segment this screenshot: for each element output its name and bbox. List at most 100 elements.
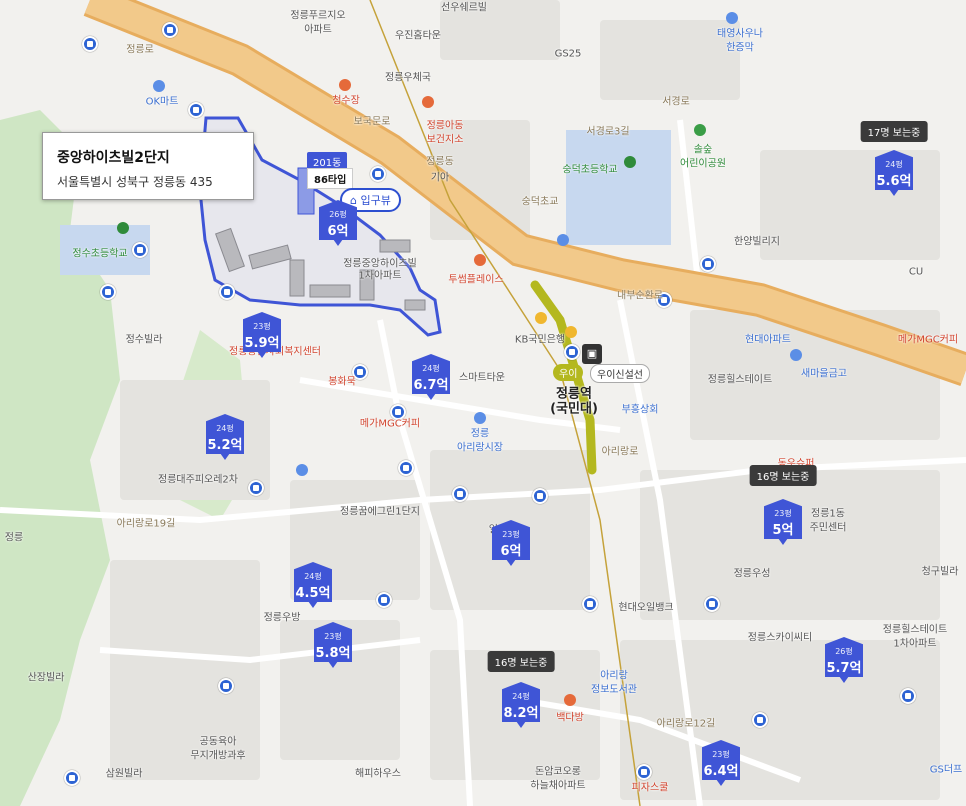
map-label: 정릉스카이씨티	[747, 632, 813, 644]
marker-price: 5.6억	[876, 174, 912, 189]
map-label: GS25	[554, 48, 582, 60]
map-label: 솔숲	[693, 144, 713, 156]
map-label: 정릉아동	[426, 120, 464, 132]
park-tree-icon	[694, 124, 706, 136]
map-label: 정보도서관	[591, 684, 637, 696]
bank-icon	[790, 349, 802, 361]
marker-size: 26평	[835, 647, 853, 656]
map-label: 하늘채아파트	[530, 780, 586, 792]
map-label: 백다방	[556, 712, 584, 724]
map-label: 주민센터	[809, 522, 847, 534]
map-label: 정릉우성	[733, 568, 771, 580]
bus-stop-icon[interactable]	[376, 592, 392, 608]
bus-stop-icon[interactable]	[218, 678, 234, 694]
bus-stop-icon[interactable]	[370, 166, 386, 182]
type-tag[interactable]: 86타입	[307, 168, 354, 189]
price-marker[interactable]: 26평 5.7억	[825, 637, 863, 683]
parking-icon	[557, 234, 569, 246]
map-label: 정릉힐스테이트	[707, 374, 773, 386]
map-label: 아리랑	[600, 670, 628, 682]
marker-price: 4.5억	[295, 586, 331, 601]
marker-size: 24평	[885, 160, 903, 169]
map-canvas[interactable]	[0, 0, 966, 806]
road-label: 정릉로	[126, 44, 154, 56]
price-marker[interactable]: 24평 6.7억	[412, 354, 450, 400]
price-marker[interactable]: 23평 5.9억	[243, 312, 281, 358]
market-icon	[474, 412, 486, 424]
map-label: 산장빌라	[27, 672, 65, 684]
map-label: 삼원빌라	[105, 768, 143, 780]
map-label: 청구빌라	[921, 566, 959, 578]
map-label: 돈암코오롱	[535, 766, 581, 778]
map-label: 1차아파트	[893, 638, 937, 650]
road-label: 정릉동	[426, 156, 454, 168]
bus-stop-icon[interactable]	[398, 460, 414, 476]
road-label: 아리랑로12길	[656, 718, 716, 730]
marker-size: 23평	[324, 632, 342, 641]
viewer-count-badge: 17명 보는중	[860, 121, 928, 142]
bus-stop-icon[interactable]	[188, 102, 204, 118]
bus-stop-icon[interactable]	[900, 688, 916, 704]
price-marker[interactable]: 23평 5.8억	[314, 622, 352, 668]
price-marker[interactable]: 24평 5.6억	[875, 150, 913, 196]
school-ground	[566, 130, 671, 245]
price-marker[interactable]: 23평 5억	[764, 499, 802, 545]
road-label: 내부순환로	[617, 290, 663, 302]
cafe-icon	[564, 694, 576, 706]
bus-stop-icon[interactable]	[532, 488, 548, 504]
marker-size: 23평	[712, 750, 730, 759]
bus-stop-icon[interactable]	[132, 242, 148, 258]
school-flag-icon	[624, 156, 636, 168]
park-area	[0, 110, 120, 806]
map-label: 정수초등학교	[72, 248, 128, 260]
bus-stop-icon[interactable]	[248, 480, 264, 496]
price-marker[interactable]: 24평 4.5억	[294, 562, 332, 608]
marker-price: 6억	[327, 224, 349, 239]
road-label: 아리랑로19길	[116, 518, 176, 530]
bus-stop-icon[interactable]	[752, 712, 768, 728]
station-number-icon	[565, 326, 577, 338]
price-marker[interactable]: 23평 6.4억	[702, 740, 740, 786]
map-label: 정릉	[4, 532, 24, 544]
parking-icon	[296, 464, 308, 476]
marker-price: 5억	[772, 523, 794, 538]
bus-stop-icon[interactable]	[452, 486, 468, 502]
station-subname: (국민대)	[550, 401, 598, 417]
metro-line-badge[interactable]: 우이신설선	[590, 364, 650, 383]
marker-size: 23평	[253, 322, 271, 331]
bus-stop-icon[interactable]	[564, 344, 580, 360]
bus-stop-icon[interactable]	[700, 256, 716, 272]
map-label: 봉화묵	[328, 376, 356, 388]
bus-stop-icon[interactable]	[64, 770, 80, 786]
bank-icon	[535, 312, 547, 324]
complex-title: 중앙하이츠빌2단지	[57, 150, 170, 166]
bus-stop-icon[interactable]	[704, 596, 720, 612]
map-label: OK마트	[145, 96, 179, 108]
marker-size: 26평	[329, 210, 347, 219]
marker-price: 5.8억	[315, 646, 351, 661]
price-marker[interactable]: 26평 6억	[319, 200, 357, 246]
road-label: 아리랑로	[601, 446, 639, 458]
price-marker[interactable]: 24평 5.2억	[206, 414, 244, 460]
complex-info-box[interactable]: 중앙하이츠빌2단지 서울특별시 성북구 정릉동 435	[42, 132, 254, 200]
bus-stop-icon[interactable]	[162, 22, 178, 38]
bus-stop-icon[interactable]	[82, 36, 98, 52]
map-label: 정수빌라	[125, 334, 163, 346]
map-label: 태영사우나	[717, 28, 763, 40]
bus-stop-icon[interactable]	[100, 284, 116, 300]
marker-size: 24평	[304, 572, 322, 581]
viewer-count-badge: 16명 보는중	[487, 651, 555, 672]
bus-stop-icon[interactable]	[219, 284, 235, 300]
road-label: 숭덕초교	[521, 196, 559, 208]
metro-station-icon[interactable]: ▣	[582, 344, 602, 364]
entry-view-label: 입구뷰	[360, 194, 391, 207]
school-flag-icon	[117, 222, 129, 234]
map-label: 한증막	[726, 42, 754, 54]
map-label: 숭덕초등학교	[562, 164, 618, 176]
map-label: 우진홈타운	[395, 30, 441, 42]
bus-stop-icon[interactable]	[582, 596, 598, 612]
complex-address: 서울특별시 성북구 정릉동 435	[57, 175, 213, 189]
marker-price: 5.2억	[207, 438, 243, 453]
price-marker[interactable]: 23평 6억	[492, 520, 530, 566]
price-marker[interactable]: 24평 8.2억	[502, 682, 540, 728]
